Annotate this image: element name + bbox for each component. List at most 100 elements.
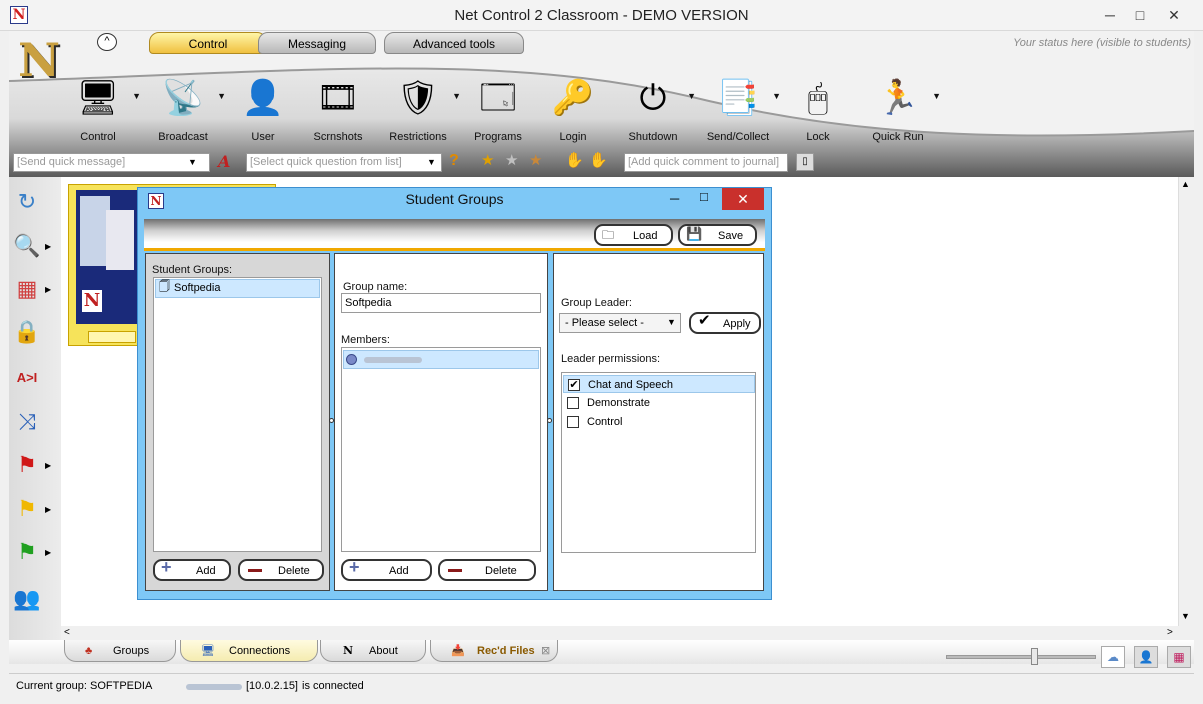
close-tab-icon[interactable]: ⊠ — [541, 640, 550, 662]
restrictions-button[interactable]: 🛡 Restrictions ▼ — [383, 75, 461, 145]
broadcast-button[interactable]: 📡 Broadcast ▼ — [148, 75, 226, 145]
lock-button[interactable]: 🖱 Lock — [783, 75, 853, 145]
control-button[interactable]: 🖥 Control ▼ — [63, 75, 141, 145]
status-connection: is connected — [302, 680, 364, 692]
tab-advanced-tools[interactable]: Advanced tools — [384, 32, 524, 54]
groups-list[interactable] — [153, 277, 322, 552]
red-flag-icon[interactable]: ⚑ — [12, 451, 42, 479]
monitor-search-icon[interactable]: 🔍 — [12, 232, 42, 260]
color-palette-icon[interactable]: ▦ — [1167, 646, 1191, 668]
add-member-button[interactable]: + Add — [341, 558, 432, 581]
permission-chat-and-speech[interactable]: ✔ Chat and Speech — [563, 375, 755, 393]
scroll-up-icon[interactable]: ▲ — [1181, 179, 1190, 189]
quick-question-select[interactable]: [Select quick question from list] — [246, 153, 442, 172]
expand-arrow-icon[interactable]: ▶ — [45, 505, 51, 514]
teacher-avatar-icon[interactable]: 👤 — [1134, 646, 1158, 668]
dropdown-arrow-icon[interactable]: ▼ — [932, 91, 941, 101]
zoom-slider-thumb[interactable] — [1031, 648, 1038, 665]
groups-icon: ♣ — [85, 645, 93, 657]
expand-arrow-icon[interactable]: ▶ — [45, 285, 51, 294]
padlock-icon[interactable]: 🔒 — [12, 318, 42, 346]
dropdown-arrow-icon[interactable]: ▼ — [772, 91, 781, 101]
apply-label: Apply — [723, 318, 751, 330]
horizontal-scrollbar[interactable] — [61, 626, 1178, 640]
text-tool-icon[interactable]: A>I — [12, 364, 42, 392]
checkbox-icon[interactable] — [567, 397, 579, 409]
scroll-right-icon[interactable]: > — [1167, 627, 1173, 638]
group-users-icon[interactable]: 👥 — [12, 585, 42, 613]
permission-control[interactable]: Control — [563, 413, 755, 431]
chevron-down-icon[interactable]: ▼ — [427, 157, 436, 167]
dialog-maximize-button[interactable]: □ — [700, 189, 708, 204]
minimize-button[interactable]: ─ — [1096, 5, 1124, 25]
tab-about[interactable]: N About — [320, 640, 426, 662]
documents-icon: 📑 — [716, 79, 760, 117]
dropdown-arrow-icon[interactable]: ▼ — [132, 91, 141, 101]
expand-arrow-icon[interactable]: ▶ — [45, 242, 51, 251]
gold-star-icon[interactable]: ★ — [481, 151, 494, 169]
collapse-ribbon-button[interactable]: ^ — [97, 33, 117, 51]
expand-arrow-icon[interactable]: ▶ — [45, 548, 51, 557]
layout-icon[interactable]: ▦ — [12, 275, 42, 303]
list-item[interactable]: 🗍 Softpedia — [155, 279, 320, 298]
tab-recd-files[interactable]: 📥 Rec'd Files ⊠ — [430, 640, 558, 662]
yellow-flag-icon[interactable]: ⚑ — [12, 495, 42, 523]
refresh-icon[interactable]: ↻ — [12, 188, 42, 216]
tab-connections[interactable]: 🖥 Connections — [180, 640, 318, 662]
status-input[interactable]: Your status here (visible to students) — [1013, 37, 1191, 49]
quick-message-input[interactable]: [Send quick message] — [13, 153, 210, 172]
font-icon[interactable]: A — [218, 152, 230, 171]
chevron-down-icon[interactable]: ▼ — [188, 157, 197, 167]
members-list[interactable] — [341, 347, 541, 552]
delete-member-button[interactable]: Delete — [438, 559, 536, 581]
scroll-left-icon[interactable]: < — [64, 627, 70, 638]
close-button[interactable]: ✕ — [1160, 5, 1188, 25]
tab-messaging[interactable]: Messaging — [258, 32, 376, 54]
login-button[interactable]: 🔑 Login — [538, 75, 608, 145]
group-leader-select[interactable]: - Please select - — [559, 313, 681, 333]
shuffle-icon[interactable]: ⤨ — [12, 408, 42, 436]
tab-groups[interactable]: ♣ Groups — [64, 640, 176, 662]
user-button[interactable]: 👤 User — [228, 75, 298, 145]
dropdown-arrow-icon[interactable]: ▼ — [217, 91, 226, 101]
raised-hand-icon[interactable]: ✋ — [565, 151, 584, 169]
dialog-minimize-button[interactable]: ─ — [670, 191, 679, 206]
silver-star-icon[interactable]: ★ — [505, 151, 518, 169]
load-button[interactable]: 🗀 Load — [594, 224, 673, 246]
apply-button[interactable]: ✔ Apply — [689, 312, 761, 334]
chevron-down-icon[interactable]: ▼ — [667, 317, 676, 327]
add-group-button[interactable]: + Add — [153, 557, 231, 581]
save-button[interactable]: 💾 Save — [678, 224, 757, 246]
send-collect-button[interactable]: 📑 Send/Collect ▼ — [703, 75, 781, 145]
zoom-slider[interactable] — [946, 655, 1096, 659]
scroll-down-icon[interactable]: ▼ — [1181, 611, 1190, 621]
question-icon[interactable]: ? — [449, 152, 459, 170]
tab-control[interactable]: Control — [149, 32, 267, 54]
lowered-hand-icon[interactable]: ✋ — [589, 151, 608, 169]
chat-bubble-icon[interactable]: ☁ — [1101, 646, 1125, 668]
expand-arrow-icon[interactable]: ▶ — [45, 461, 51, 470]
checkbox-checked-icon[interactable]: ✔ — [568, 379, 580, 391]
dropdown-arrow-icon[interactable]: ▼ — [452, 91, 461, 101]
list-item[interactable] — [343, 350, 539, 369]
journal-comment-input[interactable]: [Add quick comment to journal] — [624, 153, 788, 172]
save-label: Save — [718, 230, 744, 242]
green-flag-icon[interactable]: ⚑ — [12, 538, 42, 566]
load-label: Load — [633, 230, 658, 242]
programs-button[interactable]: 🗔 Programs — [463, 75, 533, 145]
shutdown-button[interactable]: ⏻ Shutdown ▼ — [618, 75, 696, 145]
dialog-close-button[interactable]: ✕ — [722, 188, 764, 210]
bronze-star-icon[interactable]: ★ — [529, 151, 542, 169]
screenshots-button[interactable]: 🎞 Scrnshots — [303, 75, 373, 145]
group-name-field[interactable]: Softpedia — [341, 293, 541, 313]
journal-icon[interactable]: ▯ — [796, 153, 814, 171]
delete-group-button[interactable]: Delete — [238, 559, 324, 581]
maximize-button[interactable]: □ — [1126, 5, 1154, 25]
plus-icon: + — [161, 557, 172, 577]
dropdown-arrow-icon[interactable]: ▼ — [687, 91, 696, 101]
quick-run-button[interactable]: 🏃 Quick Run ▼ — [863, 75, 941, 145]
vertical-scrollbar[interactable] — [1178, 177, 1194, 626]
checkmark-icon: ✔ — [698, 312, 711, 329]
checkbox-icon[interactable] — [567, 416, 579, 428]
permission-demonstrate[interactable]: Demonstrate — [563, 394, 755, 412]
